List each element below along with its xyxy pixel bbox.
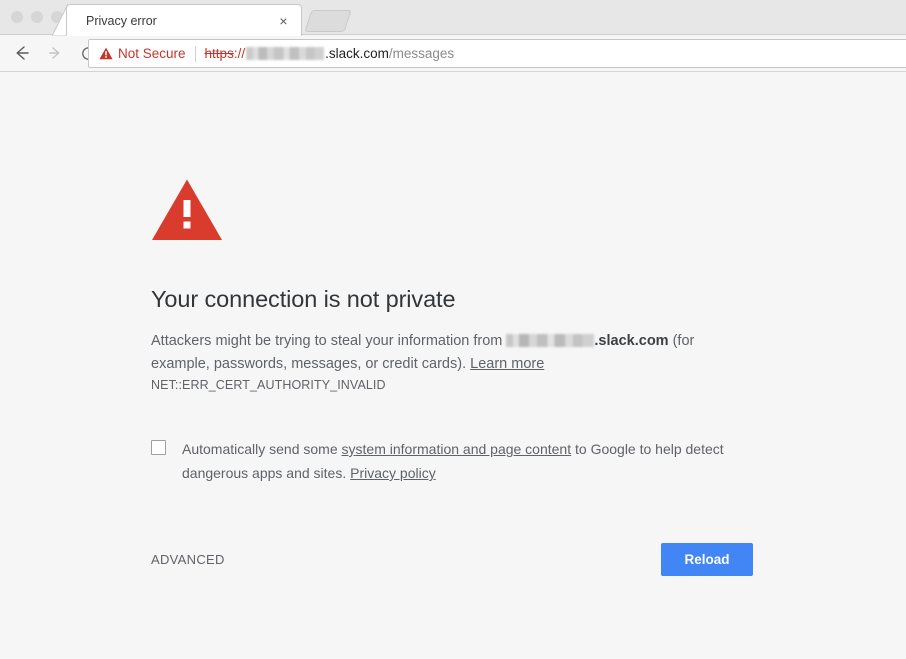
affected-host: .slack.com bbox=[594, 333, 669, 349]
url-path: /messages bbox=[388, 46, 455, 61]
address-bar[interactable]: Not Secure https:// .slack.com/messages bbox=[88, 39, 906, 68]
error-code: NET::ERR_CERT_AUTHORITY_INVALID bbox=[151, 378, 386, 392]
error-description: Attackers might be trying to steal your … bbox=[151, 330, 751, 376]
arrow-right-icon bbox=[49, 47, 60, 59]
back-button[interactable] bbox=[9, 40, 35, 66]
page-content: Your connection is not private Attackers… bbox=[0, 74, 906, 659]
optin-text-before: Automatically send some bbox=[182, 441, 342, 457]
url-text: https:// .slack.com/messages bbox=[205, 46, 455, 61]
url-separator: :// bbox=[233, 46, 246, 61]
not-secure-badge[interactable]: Not Secure bbox=[99, 46, 186, 61]
redacted-subdomain bbox=[246, 47, 325, 60]
tab-title: Privacy error bbox=[86, 13, 157, 28]
browser-tab-privacy-error[interactable]: Privacy error × bbox=[66, 4, 302, 36]
privacy-policy-link[interactable]: Privacy policy bbox=[350, 465, 436, 481]
learn-more-link[interactable]: Learn more bbox=[470, 356, 544, 372]
browser-window: Privacy error × Not Secure https:// .sl… bbox=[0, 0, 906, 659]
url-host: .slack.com bbox=[325, 46, 389, 61]
action-row: ADVANCED Reload bbox=[151, 543, 753, 576]
optin-label: Automatically send some system informati… bbox=[182, 437, 742, 485]
window-minimize-button[interactable] bbox=[31, 11, 43, 23]
forward-button[interactable] bbox=[42, 40, 68, 66]
system-information-link[interactable]: system information and page content bbox=[342, 441, 572, 457]
arrow-left-icon bbox=[16, 46, 29, 60]
ssl-interstitial: Your connection is not private Attackers… bbox=[151, 178, 771, 576]
omnibox-divider bbox=[194, 45, 196, 62]
reload-page-button[interactable]: Reload bbox=[661, 543, 753, 576]
warning-triangle-icon bbox=[152, 179, 222, 240]
tab-close-icon[interactable]: × bbox=[275, 12, 292, 29]
browser-toolbar: Not Secure https:// .slack.com/messages bbox=[0, 35, 906, 72]
url-scheme: https bbox=[204, 46, 234, 61]
window-close-button[interactable] bbox=[11, 11, 23, 23]
send-report-checkbox[interactable] bbox=[151, 440, 166, 455]
not-secure-label: Not Secure bbox=[118, 46, 186, 61]
page-title: Your connection is not private bbox=[151, 286, 456, 312]
warning-triangle-icon bbox=[99, 47, 113, 60]
tab-strip: Privacy error × bbox=[0, 0, 906, 36]
redacted-hostname bbox=[506, 333, 595, 347]
safe-browsing-optin: Automatically send some system informati… bbox=[151, 437, 771, 485]
description-text-before: Attackers might be trying to steal your … bbox=[151, 333, 507, 349]
advanced-button[interactable]: ADVANCED bbox=[151, 552, 225, 567]
new-tab-button[interactable] bbox=[304, 10, 352, 32]
